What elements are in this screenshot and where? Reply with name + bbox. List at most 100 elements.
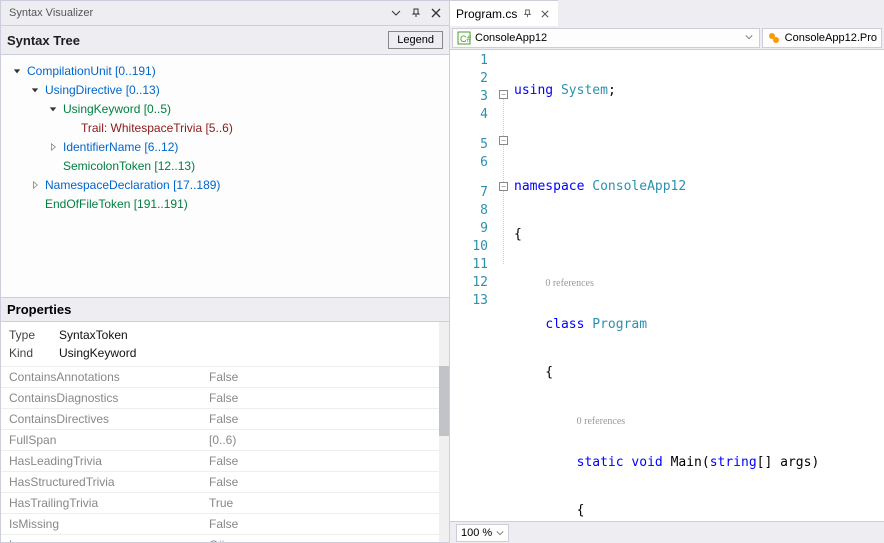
tree-spacer [47, 160, 59, 172]
property-key: FullSpan [9, 433, 209, 447]
project-dropdown[interactable]: C# ConsoleApp12 [452, 28, 760, 48]
tree-label[interactable]: UsingDirective [0..13) [43, 83, 162, 97]
tree-node[interactable]: Trail: WhitespaceTrivia [5..6) [5, 118, 445, 137]
tree-node[interactable]: IdentifierName [6..12) [5, 137, 445, 156]
navbar-row: C# ConsoleApp12 ConsoleApp12.Pro [450, 26, 884, 50]
codelens-references[interactable]: 0 references [545, 278, 594, 289]
tree-node[interactable]: NamespaceDeclaration [17..189) [5, 175, 445, 194]
tree-label[interactable]: SemicolonToken [12..13) [61, 159, 197, 173]
codelens-references[interactable]: 0 references [577, 416, 626, 427]
tree-label[interactable]: Trail: WhitespaceTrivia [5..6) [79, 121, 235, 135]
properties-area: TypeSyntaxTokenKindUsingKeyword Contains… [1, 322, 449, 542]
line-number: 13 [450, 292, 488, 310]
dropdown-text: ConsoleApp12 [475, 32, 745, 44]
scrollbar-thumb[interactable] [439, 366, 449, 436]
fold-toggle[interactable]: − [499, 182, 508, 191]
property-key: Type [9, 328, 59, 342]
property-value: SyntaxToken [59, 328, 128, 342]
tabs-row: Program.cs [450, 0, 884, 26]
property-grid-row[interactable]: ContainsDirectivesFalse [1, 408, 449, 429]
class-dropdown[interactable]: ConsoleApp12.Pro [762, 28, 882, 48]
tree-section-header: Syntax Tree Legend [1, 25, 449, 55]
tree-label[interactable]: CompilationUnit [0..191) [25, 64, 158, 78]
csharp-icon: C# [457, 31, 471, 45]
property-value: False [209, 391, 441, 405]
line-number: 3 [450, 88, 488, 106]
fold-toggle[interactable]: − [499, 90, 508, 99]
collapse-icon[interactable] [47, 103, 59, 115]
property-key: Language [9, 538, 209, 542]
pin-icon[interactable] [407, 4, 425, 22]
property-value: False [209, 370, 441, 384]
dropdown-text: ConsoleApp12.Pro [785, 32, 877, 44]
close-icon[interactable] [538, 7, 552, 21]
property-grid-row[interactable]: LanguageC# [1, 534, 449, 542]
property-key: ContainsDiagnostics [9, 391, 209, 405]
tree-label[interactable]: UsingKeyword [0..5) [61, 102, 173, 116]
tree-node[interactable]: SemicolonToken [12..13) [5, 156, 445, 175]
tree-node[interactable]: UsingDirective [0..13) [5, 80, 445, 99]
tree-label[interactable]: EndOfFileToken [191..191) [43, 197, 190, 211]
line-number: 4 [450, 106, 488, 124]
close-icon[interactable] [427, 4, 445, 22]
property-row: TypeSyntaxToken [9, 326, 441, 344]
property-value: UsingKeyword [59, 346, 136, 360]
collapse-icon[interactable] [29, 84, 41, 96]
property-value: False [209, 412, 441, 426]
zoom-value: 100 % [461, 527, 492, 539]
zoom-bar: 100 % [450, 521, 884, 543]
tree-node[interactable]: CompilationUnit [0..191) [5, 61, 445, 80]
property-value: False [209, 475, 441, 489]
outline-column: − − − [496, 50, 514, 521]
line-number: 11 [450, 256, 488, 274]
tree-node[interactable]: EndOfFileToken [191..191) [5, 194, 445, 213]
line-number: 1 [450, 52, 488, 70]
tab-program-cs[interactable]: Program.cs [450, 0, 558, 26]
section-title: Syntax Tree [7, 33, 388, 48]
svg-text:C#: C# [460, 34, 471, 44]
expand-icon[interactable] [29, 179, 41, 191]
legend-button[interactable]: Legend [388, 31, 443, 49]
tree-label[interactable]: NamespaceDeclaration [17..189) [43, 178, 222, 192]
line-number: 6 [450, 154, 488, 172]
line-number: 12 [450, 274, 488, 292]
zoom-dropdown[interactable]: 100 % [456, 524, 509, 542]
tree-node[interactable]: UsingKeyword [0..5) [5, 99, 445, 118]
tab-label: Program.cs [456, 7, 517, 21]
property-grid-row[interactable]: ContainsAnnotationsFalse [1, 366, 449, 387]
property-key: IsMissing [9, 517, 209, 531]
property-grid-row[interactable]: HasTrailingTriviaTrue [1, 492, 449, 513]
property-key: ContainsAnnotations [9, 370, 209, 384]
property-value: True [209, 496, 441, 510]
panel-header: Syntax Visualizer [1, 1, 449, 25]
line-number: 2 [450, 70, 488, 88]
chevron-down-icon [496, 529, 504, 537]
line-number: 5 [450, 136, 488, 154]
property-key: HasLeadingTrivia [9, 454, 209, 468]
tree-label[interactable]: IdentifierName [6..12) [61, 140, 180, 154]
editor-panel: Program.cs C# ConsoleApp12 ConsoleApp12.… [450, 0, 884, 543]
property-grid-row[interactable]: FullSpan[0..6) [1, 429, 449, 450]
property-key: Kind [9, 346, 59, 360]
collapse-icon[interactable] [11, 65, 23, 77]
fold-toggle[interactable]: − [499, 136, 508, 145]
code-content[interactable]: using System; namespace ConsoleApp12 { 0… [514, 50, 884, 521]
property-grid-row[interactable]: IsMissingFalse [1, 513, 449, 534]
expand-icon[interactable] [47, 141, 59, 153]
property-value: False [209, 517, 441, 531]
tree-spacer [65, 122, 77, 134]
property-value: False [209, 454, 441, 468]
line-number: 9 [450, 220, 488, 238]
property-grid-row[interactable]: ContainsDiagnosticsFalse [1, 387, 449, 408]
property-key: HasTrailingTrivia [9, 496, 209, 510]
dropdown-icon[interactable] [387, 4, 405, 22]
class-icon [767, 31, 781, 45]
panel-title: Syntax Visualizer [5, 7, 387, 19]
code-editor[interactable]: 12345678910111213 − − − using System; na… [450, 50, 884, 521]
line-number: 10 [450, 238, 488, 256]
pin-icon[interactable] [523, 7, 532, 21]
syntax-tree[interactable]: CompilationUnit [0..191) UsingDirective [… [1, 55, 449, 297]
property-grid-row[interactable]: HasStructuredTriviaFalse [1, 471, 449, 492]
property-grid-row[interactable]: HasLeadingTriviaFalse [1, 450, 449, 471]
chevron-down-icon [745, 32, 755, 44]
